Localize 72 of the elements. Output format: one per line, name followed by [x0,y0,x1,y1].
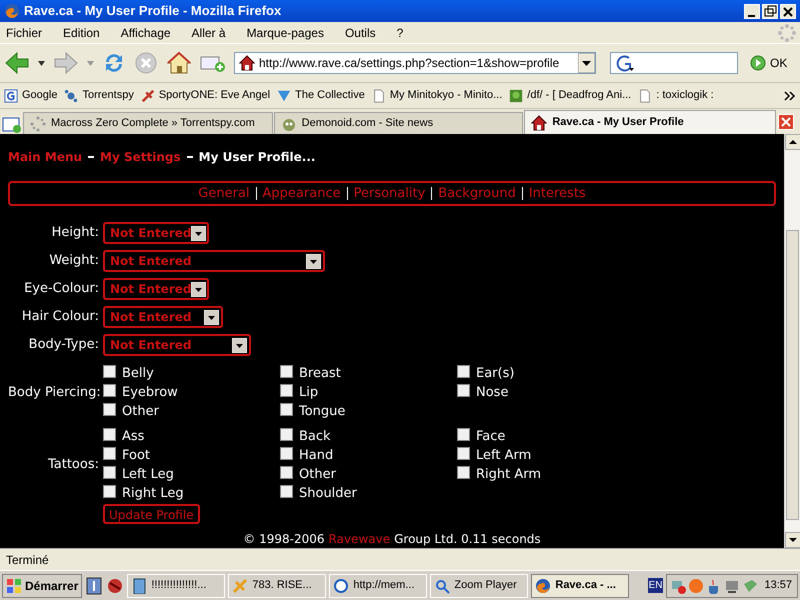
select-field[interactable]: Not Entered [103,278,209,300]
checkbox-label: Lip [299,384,318,402]
checkbox-label: Hand [299,447,334,465]
taskbar-button[interactable]: Zoom Player [430,574,528,598]
taskbar-button[interactable]: Rave.ca - ... [531,574,630,598]
field-label: Weight: [48,252,99,270]
field-label: Body-Type: [28,336,99,354]
bookmark-link[interactable]: Torrentspy [64,87,134,104]
checkbox-label: Left Arm [476,447,532,465]
language-indicator[interactable]: EN [648,578,664,593]
checkbox-label: Right Arm [476,466,542,484]
bookmark-link[interactable]: SportyONE: Eve Angel [140,87,270,104]
select-field[interactable]: Not Entered [103,222,209,244]
browser-tab[interactable]: Macross Zero Complete » Torrentspy.com [23,112,273,134]
browser-tab[interactable]: Demonoid.com - Site news [274,112,524,134]
checkbox-label: Shoulder [299,485,357,503]
bookmark-link[interactable]: The Collective [277,87,365,104]
bookmark-link[interactable]: Google [4,87,58,104]
section-link[interactable]: Background [438,184,516,204]
checkbox-label: Breast [299,365,341,383]
checkbox-label: Left Leg [122,466,174,484]
field-label: Height: [50,224,99,242]
checkbox-label: Eyebrow [122,384,178,402]
copyright-text: © 1998-2006 [243,531,325,548]
status-text: Terminé [6,552,49,568]
checkbox-label: Back [299,428,331,446]
breadcrumb-link[interactable]: My Settings [100,148,181,166]
group-label: Tattoos: [46,456,99,474]
menu-item[interactable]: Edition [61,24,102,42]
company-link[interactable]: Ravewave [328,530,390,548]
checkbox-label: Face [476,428,506,446]
footer-text: Group Ltd. 0.11 seconds [394,531,541,548]
page-heading: My User Profile... [198,149,316,166]
section-link[interactable]: Interests [528,184,586,204]
clock: 13:57 [764,578,792,594]
menu-item[interactable]: Fichier [4,24,44,42]
bookmark-link[interactable]: : toxiclogik : [638,87,714,104]
checkbox-label: Nose [476,384,508,402]
select-field[interactable]: Not Entered [103,334,251,356]
field-label: Eye-Colour: [23,280,99,298]
bookmark-link[interactable]: /df/ - [ Deadfrog Ani... [509,87,632,104]
checkbox-label: Ear(s) [476,365,514,383]
checkbox-label: Foot [122,447,150,465]
menu-item[interactable]: Outils [342,24,378,42]
checkbox-label: Belly [122,365,154,383]
window-title: Rave.ca - My User Profile - Mozilla Firefox [24,2,282,20]
update-profile-button[interactable]: Update Profile [103,504,200,524]
select-field[interactable]: Not Entered [103,306,223,328]
field-label: Hair Colour: [20,308,99,326]
taskbar-button[interactable]: 783. RISE... [228,574,326,598]
go-button[interactable]: OK [750,54,788,72]
menu-item[interactable]: ? [394,24,406,42]
taskbar-button[interactable]: http://mem... [329,574,428,598]
group-label: Body Piercing: [8,384,99,402]
menu-item[interactable]: Marque-pages [244,24,326,42]
section-link[interactable]: Personality [354,184,426,204]
section-link[interactable]: Appearance [262,184,341,204]
checkbox-label: Other [299,466,336,484]
menu-item[interactable]: Affichage [118,24,173,42]
checkbox-label: Tongue [299,403,346,421]
browser-tab[interactable]: Rave.ca - My User Profile [524,110,776,134]
breadcrumb-link[interactable]: Main Menu [8,148,82,166]
taskbar-button[interactable]: !!!!!!!!!!!!!!!... [127,574,226,598]
address-field[interactable]: http://www.rave.ca/settings.php?section=1&show=profile [234,52,596,74]
checkbox-label: Right Leg [122,485,184,503]
start-button[interactable]: Démarrer [2,574,82,598]
menu-item[interactable]: Aller à [190,24,228,42]
bookmark-link[interactable]: My Minitokyo - Minito... [372,87,502,104]
checkbox-label: Other [122,403,159,421]
select-field[interactable]: Not Entered [103,250,325,272]
section-link[interactable]: General [198,184,250,204]
checkbox-label: Ass [122,428,144,446]
